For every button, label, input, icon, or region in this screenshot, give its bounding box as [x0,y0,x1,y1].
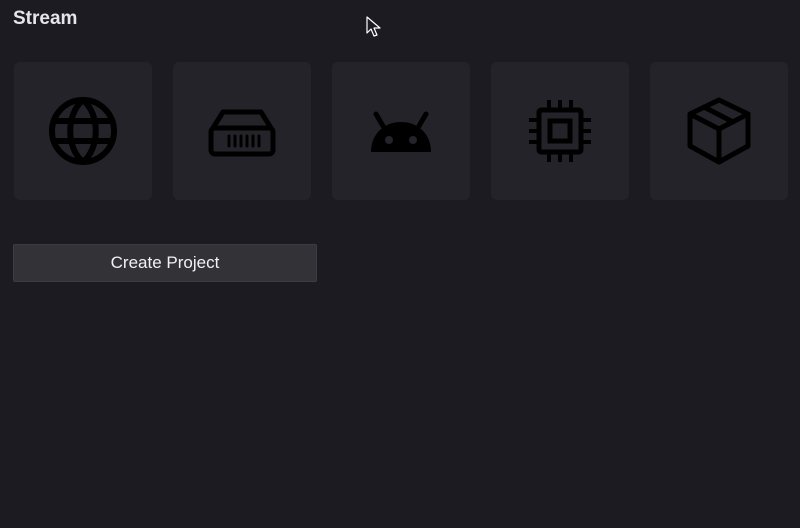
template-tile-android[interactable] [332,62,470,200]
template-grid [14,62,788,200]
page-title: Stream [13,8,78,29]
template-tile-server[interactable] [173,62,311,200]
android-icon [371,111,431,152]
template-tile-hardware[interactable] [491,62,629,200]
server-icon [208,109,276,157]
package-box-icon [687,97,751,165]
globe-icon [49,97,117,165]
mouse-cursor-icon [366,16,381,37]
create-project-button[interactable]: Create Project [13,244,317,282]
cpu-chip-icon [529,100,591,162]
template-tile-web[interactable] [14,62,152,200]
page: Stream Create Project [0,0,800,528]
template-tile-package[interactable] [650,62,788,200]
